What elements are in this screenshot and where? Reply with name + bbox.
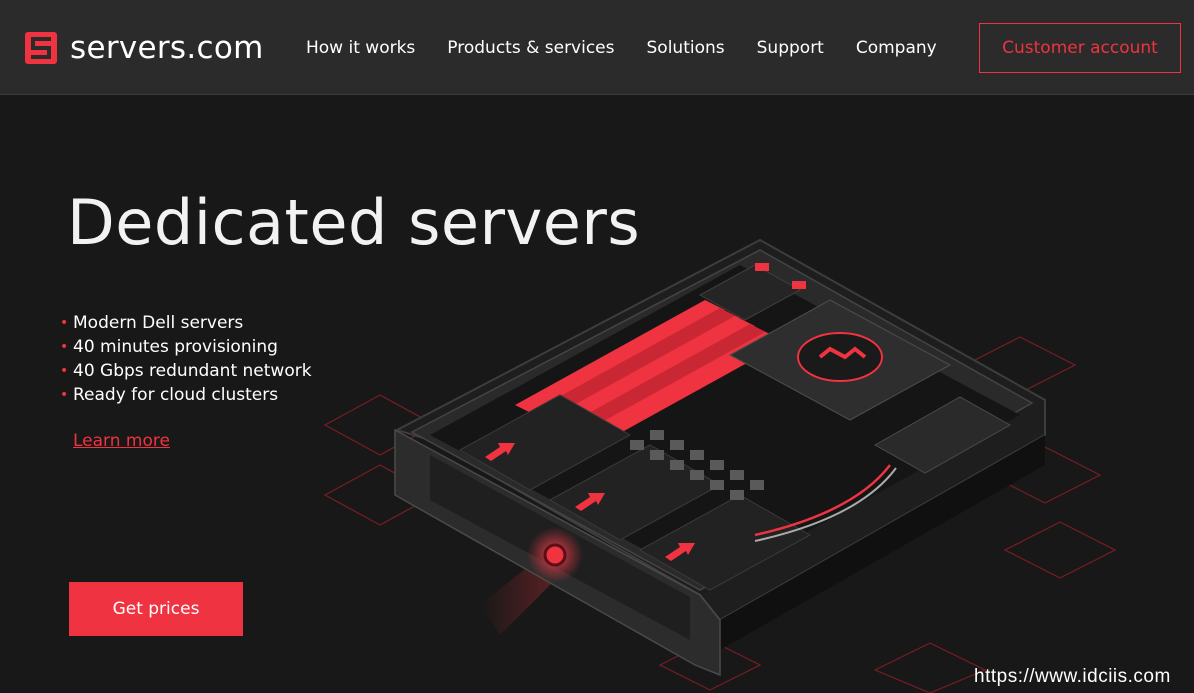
header: servers.com How it works Products & serv… xyxy=(0,0,1194,95)
bullet-icon: • xyxy=(60,387,69,403)
page: servers.com How it works Products & serv… xyxy=(0,0,1194,693)
customer-account-button[interactable]: Customer account xyxy=(979,23,1181,73)
feature-list: • Modern Dell servers • 40 minutes provisi… xyxy=(60,311,312,407)
feature-text: Modern Dell servers xyxy=(73,313,244,333)
feature-text: Ready for cloud clusters xyxy=(73,385,279,405)
nav-how-it-works[interactable]: How it works xyxy=(306,38,415,58)
list-item: • Modern Dell servers xyxy=(60,311,312,335)
bullet-icon: • xyxy=(60,339,69,355)
logo-icon xyxy=(25,32,57,64)
nav-solutions[interactable]: Solutions xyxy=(647,38,725,58)
list-item: • 40 minutes provisioning xyxy=(60,335,312,359)
list-item: • Ready for cloud clusters xyxy=(60,383,312,407)
feature-text: 40 Gbps redundant network xyxy=(73,361,312,381)
logo-text: servers.com xyxy=(70,29,264,66)
bullet-icon: • xyxy=(60,363,69,379)
learn-more-link[interactable]: Learn more xyxy=(73,431,170,451)
nav-support[interactable]: Support xyxy=(757,38,824,58)
bullet-icon: • xyxy=(60,315,69,331)
logo[interactable]: servers.com xyxy=(24,30,264,66)
get-prices-button[interactable]: Get prices xyxy=(69,582,243,636)
feature-text: 40 minutes provisioning xyxy=(73,337,278,357)
nav-company[interactable]: Company xyxy=(856,38,937,58)
list-item: • 40 Gbps redundant network xyxy=(60,359,312,383)
page-title: Dedicated servers xyxy=(67,186,641,259)
server-illustration xyxy=(323,238,1117,693)
watermark: https://www.idciis.com xyxy=(974,666,1171,687)
main-nav: How it works Products & services Solutio… xyxy=(306,0,969,95)
nav-products-services[interactable]: Products & services xyxy=(447,38,614,58)
